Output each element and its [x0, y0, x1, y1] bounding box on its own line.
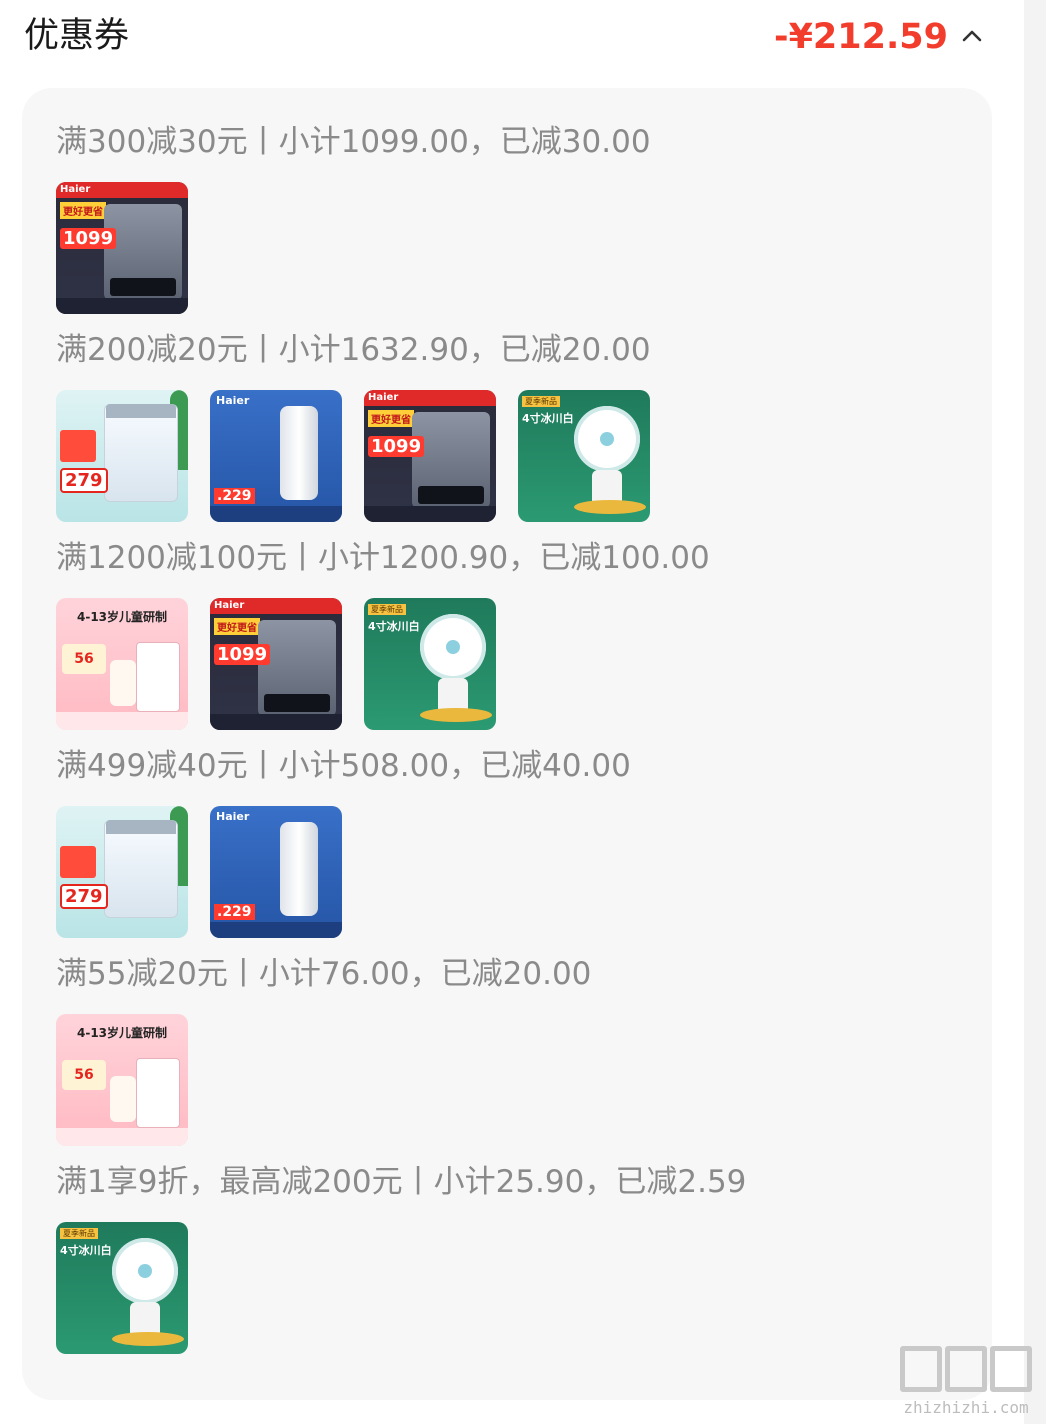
promo-label: 夏季新品: [368, 604, 406, 615]
product-thumb-washing-machine[interactable]: 279: [56, 390, 188, 522]
coupon-rule-text: 满499减40元丨小计508.00，已减40.00: [56, 748, 631, 784]
brand-logo: Haier: [60, 184, 91, 195]
coupon-rule-text: 满300减30元丨小计1099.00，已减30.00: [56, 124, 651, 160]
price-tag: 1099: [214, 644, 271, 665]
product-label: 4寸冰川白: [60, 1244, 112, 1257]
promo-label: 夏季新品: [522, 396, 560, 407]
product-thumb-clip-fan[interactable]: 夏季新品 4寸冰川白: [364, 598, 496, 730]
product-thumb-clip-fan[interactable]: 夏季新品 4寸冰川白: [518, 390, 650, 522]
product-thumbnails: 4-13岁儿童研制 56 Haier 更好更省 1099 夏季新品 4寸冰川白: [56, 598, 710, 730]
promo-label: 夏季新品: [60, 1228, 98, 1239]
coupon-group: 满300减30元丨小计1099.00，已减30.00 Haier 更好更省 10…: [56, 122, 651, 314]
brand-logo: Haier: [214, 600, 245, 611]
coupon-group: 满1200减100元丨小计1200.90，已减100.00 4-13岁儿童研制 …: [56, 538, 710, 730]
scrollbar-track: [1024, 0, 1046, 1424]
product-thumbnails: 279 Haier .229: [56, 806, 631, 938]
coupon-header[interactable]: 优惠券 -¥212.59: [0, 0, 1024, 78]
product-thumb-water-filter[interactable]: Haier .229: [210, 390, 342, 522]
product-thumb-vitamin-c[interactable]: 4-13岁儿童研制 56: [56, 598, 188, 730]
product-thumb-water-heater[interactable]: Haier 更好更省 1099: [210, 598, 342, 730]
price-tag: 279: [60, 884, 108, 909]
chevron-up-icon[interactable]: [960, 26, 984, 46]
price-tag: 56: [62, 644, 106, 674]
coupon-rule-text: 满1享9折，最高减200元丨小计25.90，已减2.59: [56, 1164, 747, 1200]
promo-badge: 更好更省: [60, 202, 106, 219]
coupon-rule-text: 满1200减100元丨小计1200.90，已减100.00: [56, 540, 710, 576]
coupon-title: 优惠券: [24, 16, 130, 56]
coupon-rule-text: 满200减20元丨小计1632.90，已减20.00: [56, 332, 651, 368]
product-thumbnails: 279 Haier .229 Haier 更好更省 1099 夏季新品 4寸冰川…: [56, 390, 651, 522]
product-label: 4寸冰川白: [522, 412, 574, 425]
product-thumbnails: 4-13岁儿童研制 56: [56, 1014, 591, 1146]
coupon-group: 满200减20元丨小计1632.90，已减20.00 279 Haier .22…: [56, 330, 651, 522]
price-tag: 1099: [368, 436, 425, 457]
promo-badge: 更好更省: [368, 410, 414, 427]
product-thumb-water-heater[interactable]: Haier 更好更省 1099: [56, 182, 188, 314]
product-thumb-water-heater[interactable]: Haier 更好更省 1099: [364, 390, 496, 522]
coupon-group: 满499减40元丨小计508.00，已减40.00 279 Haier .229: [56, 746, 631, 938]
brand-logo: Haier: [216, 394, 250, 407]
brand-logo: Haier: [216, 810, 250, 823]
product-headline: 4-13岁儿童研制: [76, 610, 168, 624]
product-thumb-water-filter[interactable]: Haier .229: [210, 806, 342, 938]
coupon-group: 满55减20元丨小计76.00，已减20.00 4-13岁儿童研制 56: [56, 954, 591, 1146]
product-thumb-washing-machine[interactable]: 279: [56, 806, 188, 938]
product-thumb-clip-fan[interactable]: 夏季新品 4寸冰川白: [56, 1222, 188, 1354]
product-headline: 4-13岁儿童研制: [76, 1026, 168, 1040]
product-thumbnails: Haier 更好更省 1099: [56, 182, 651, 314]
coupon-rule-text: 满55减20元丨小计76.00，已减20.00: [56, 956, 592, 992]
price-tag: .229: [214, 488, 255, 504]
promo-badge: 更好更省: [214, 618, 260, 635]
watermark: zhizhizhi.com: [896, 1346, 1036, 1420]
total-discount: -¥212.59: [774, 17, 948, 57]
watermark-text: zhizhizhi.com: [903, 1398, 1029, 1417]
coupon-group: 满1享9折，最高减200元丨小计25.90，已减2.59 夏季新品 4寸冰川白: [56, 1162, 746, 1354]
brand-logo: Haier: [368, 392, 399, 403]
price-tag: 56: [62, 1060, 106, 1090]
product-thumb-vitamin-c[interactable]: 4-13岁儿童研制 56: [56, 1014, 188, 1146]
product-thumbnails: 夏季新品 4寸冰川白: [56, 1222, 746, 1354]
price-tag: 1099: [60, 228, 117, 249]
price-tag: 279: [60, 468, 108, 493]
product-label: 4寸冰川白: [368, 620, 420, 633]
price-tag: .229: [214, 904, 255, 920]
coupon-detail-card: 满300减30元丨小计1099.00，已减30.00 Haier 更好更省 10…: [22, 88, 992, 1400]
